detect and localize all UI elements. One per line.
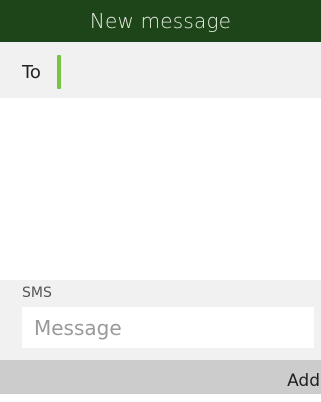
add-button[interactable]: Add [281,360,321,394]
recipient-label: To [22,62,41,83]
page-title: New message [0,0,321,42]
compose-area: SMS [0,280,321,360]
text-cursor [57,55,61,89]
softkey-bar: Add [0,360,321,394]
channel-label: SMS [22,285,52,301]
message-input[interactable] [22,307,314,348]
recipient-row[interactable]: To [0,42,321,98]
recipient-input[interactable] [64,52,304,88]
